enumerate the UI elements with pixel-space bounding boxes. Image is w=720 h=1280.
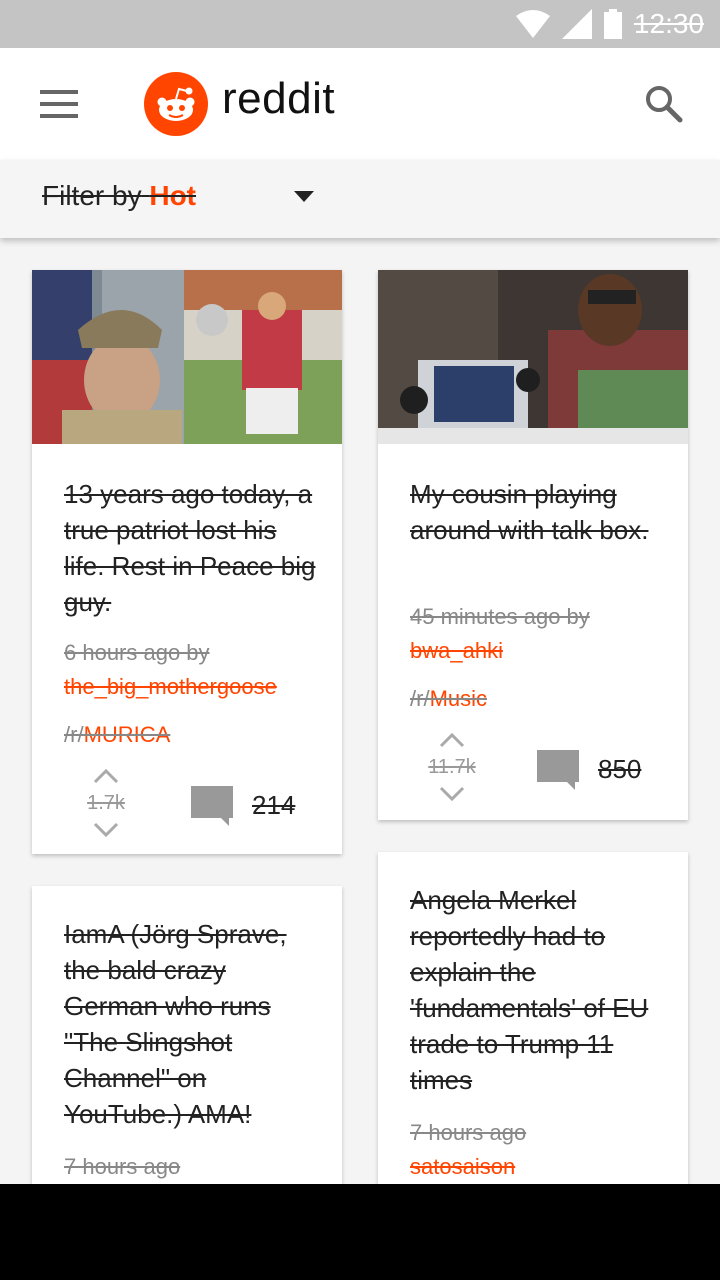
- filter-bar[interactable]: Filter by Hot: [0, 160, 720, 238]
- comment-count: 850: [598, 754, 642, 784]
- filter-label: Filter by Hot: [42, 180, 196, 212]
- menu-icon[interactable]: [40, 90, 78, 118]
- reddit-logo-icon: [144, 72, 208, 136]
- post-title[interactable]: IamA (Jörg Sprave, the bald crazy German…: [64, 916, 324, 1132]
- downvote-icon[interactable]: [93, 822, 119, 838]
- subreddit-name[interactable]: MURICA: [84, 722, 171, 747]
- subreddit-name[interactable]: Music: [430, 686, 487, 711]
- upvote-icon[interactable]: [439, 732, 465, 748]
- post-time: 45 minutes ago by: [410, 604, 590, 629]
- signal-icon: [561, 9, 592, 39]
- brand-name: reddit: [222, 74, 336, 123]
- status-icons: 12:30: [515, 8, 704, 40]
- post-thumbnail: [32, 270, 342, 444]
- upvote-icon[interactable]: [93, 768, 119, 784]
- status-bar: 12:30: [0, 0, 720, 48]
- post-thumbnail: [378, 270, 688, 444]
- wifi-icon: [515, 10, 550, 38]
- search-icon[interactable]: [644, 84, 684, 124]
- subreddit-prefix: /r/: [64, 722, 84, 747]
- post-time: 7 hours ago: [410, 1120, 527, 1145]
- post-card[interactable]: IamA (Jörg Sprave, the bald crazy German…: [32, 886, 342, 1206]
- filter-value: Hot: [149, 180, 197, 211]
- app-bar: reddit: [0, 48, 720, 160]
- downvote-icon[interactable]: [439, 786, 465, 802]
- post-author[interactable]: the_big_mothergoose: [64, 674, 277, 700]
- post-title[interactable]: My cousin playing around with talk box.: [410, 476, 662, 548]
- post-card[interactable]: Angela Merkel reportedly had to explain …: [378, 852, 688, 1206]
- post-title[interactable]: Angela Merkel reportedly had to explain …: [410, 882, 670, 1098]
- system-navigation-bar: [0, 1184, 720, 1280]
- post-time: 7 hours ago: [64, 1154, 181, 1179]
- filter-prefix: Filter by: [42, 180, 142, 211]
- vote-count: 1.7k: [87, 792, 125, 814]
- post-title[interactable]: 13 years ago today, a true patriot lost …: [64, 476, 316, 620]
- battery-icon: [603, 9, 622, 39]
- subreddit-prefix: /r/: [410, 686, 430, 711]
- post-subreddit[interactable]: /r/MURICA: [64, 722, 170, 748]
- post-author[interactable]: bwa_ahki: [410, 638, 503, 664]
- post-card[interactable]: My cousin playing around with talk box. …: [378, 270, 688, 820]
- comment-icon[interactable]: [191, 786, 233, 826]
- post-author[interactable]: satosaison: [410, 1154, 515, 1180]
- vote-count: 11.7k: [428, 756, 476, 778]
- status-time: 12:30: [633, 8, 704, 39]
- post-subreddit[interactable]: /r/Music: [410, 686, 487, 712]
- post-time: 6 hours ago by: [64, 640, 210, 665]
- post-card[interactable]: 13 years ago today, a true patriot lost …: [32, 270, 342, 854]
- comment-count: 214: [252, 790, 296, 820]
- comment-icon[interactable]: [537, 750, 579, 790]
- filter-dropdown-arrow-icon[interactable]: [294, 191, 314, 202]
